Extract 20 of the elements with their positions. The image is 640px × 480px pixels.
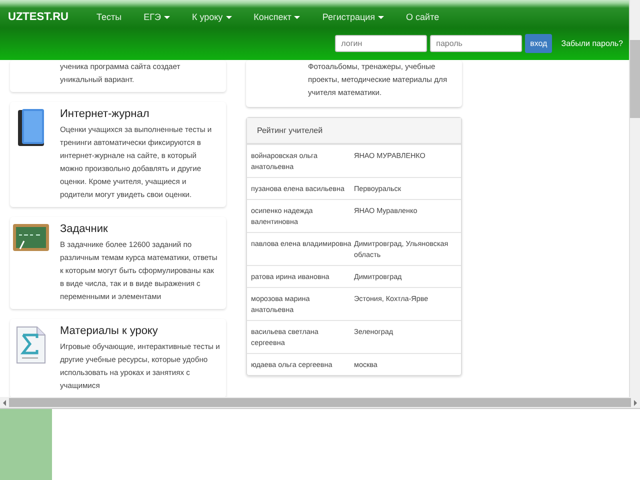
- horizontal-scrollbar[interactable]: [0, 397, 640, 409]
- sigma-icon: [15, 325, 47, 365]
- nav-link[interactable]: Конспект: [254, 12, 300, 22]
- login-button[interactable]: вход: [525, 34, 552, 53]
- site-logo[interactable]: UZTEST.RU: [8, 11, 68, 23]
- rating-title: Рейтинг учителей: [247, 118, 461, 144]
- nav-link[interactable]: Регистрация: [322, 12, 384, 22]
- nav-link[interactable]: К уроку: [192, 12, 232, 22]
- nav-link[interactable]: ЕГЭ: [144, 12, 170, 22]
- forgot-password-link[interactable]: Забыли пароль?: [561, 39, 623, 48]
- blank-panel: [0, 409, 52, 480]
- book-icon: [16, 108, 46, 148]
- feature-title[interactable]: Задачник: [60, 223, 220, 235]
- vertical-scrollbar[interactable]: [629, 0, 640, 397]
- login-field[interactable]: логин: [335, 35, 428, 52]
- nav-link[interactable]: Тесты: [96, 12, 122, 22]
- password-field[interactable]: пароль: [430, 35, 522, 52]
- nav-link[interactable]: О сайте: [406, 12, 440, 22]
- feature-title[interactable]: Интернет-журнал: [60, 108, 220, 120]
- feature-title[interactable]: Материалы к уроку: [60, 325, 220, 337]
